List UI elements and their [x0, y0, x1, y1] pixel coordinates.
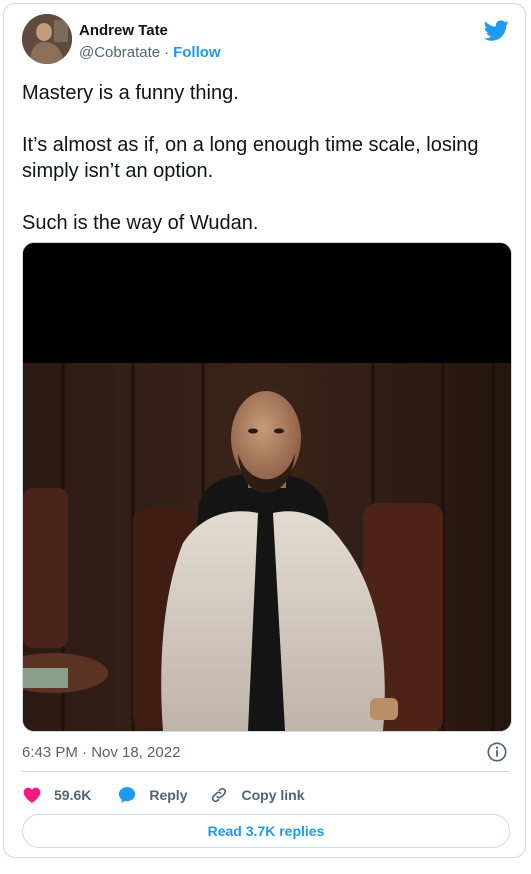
author-handle-row: @Cobratate · Follow — [79, 44, 221, 62]
speech-bubble-icon — [119, 787, 136, 803]
like-count: 59.6K — [54, 787, 92, 803]
follow-button[interactable]: Follow — [173, 44, 221, 61]
divider — [22, 771, 510, 772]
tweet-embed-card: Andrew Tate @Cobratate · Follow Mastery is… — [3, 3, 526, 858]
tweet-timestamp[interactable]: 6:43 PM · Nov 18, 2022 — [22, 744, 180, 762]
like-button[interactable]: 59.6K — [22, 785, 91, 805]
copy-link-button[interactable]: Copy link — [209, 785, 305, 805]
tweet-paragraph: It’s almost as if, on a long enough time… — [22, 134, 479, 182]
reply-button[interactable]: Reply — [117, 785, 187, 805]
tweet-media-photo[interactable] — [22, 242, 512, 732]
tweet-actions: 59.6K Reply Copy link — [22, 784, 305, 806]
author-handle[interactable]: @Cobratate — [79, 44, 160, 61]
avatar[interactable] — [22, 14, 72, 64]
tweet-text: Mastery is a funny thing. It’s almost as… — [22, 80, 512, 262]
tweet-paragraph: Mastery is a funny thing. — [22, 82, 239, 104]
link-icon — [212, 787, 227, 803]
tweet-paragraph: Such is the way of Wudan. — [22, 212, 259, 234]
read-replies-button[interactable]: Read 3.7K replies — [22, 814, 510, 848]
copy-link-label: Copy link — [241, 787, 305, 803]
separator-dot: · — [164, 44, 170, 61]
heart-icon — [23, 787, 41, 803]
twitter-bird-icon[interactable] — [484, 18, 509, 43]
author-name[interactable]: Andrew Tate — [79, 22, 168, 40]
info-icon[interactable] — [486, 741, 508, 763]
reply-label: Reply — [149, 787, 188, 803]
